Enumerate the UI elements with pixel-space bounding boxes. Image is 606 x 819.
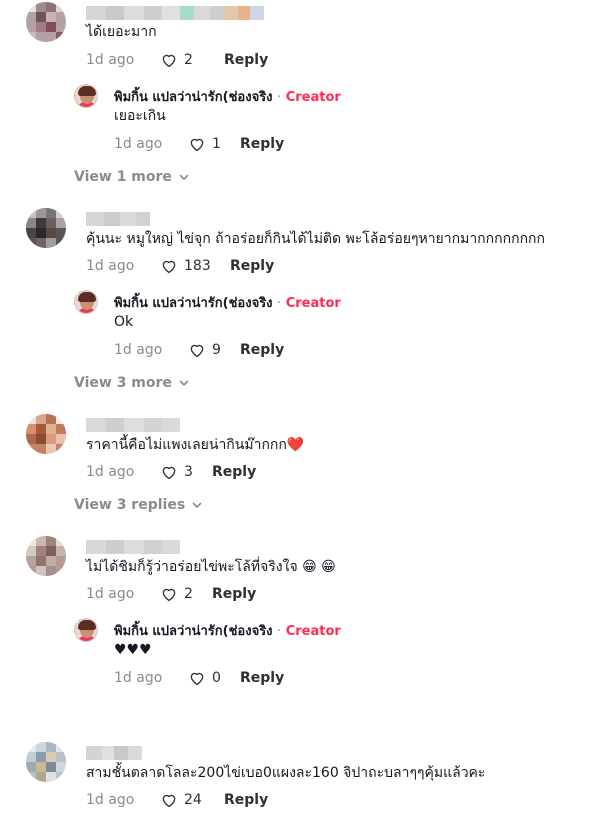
like-count: 2 [184,586,193,602]
heart-outline-icon[interactable] [160,257,178,275]
heart-outline-icon[interactable] [160,51,178,69]
author-name[interactable]: พิมกิ้น แปลว่าน่ารัก(ช่องจริง [114,624,273,639]
view-more-replies[interactable]: View 1 more [74,169,190,185]
reply-author: พิมกิ้น แปลว่าน่ารัก(ช่องจริง · Creator [114,292,341,313]
like-count: 1 [212,136,221,152]
separator: · [277,624,282,639]
reply-button[interactable]: Reply [212,464,256,480]
comment-date: 1d ago [86,52,135,68]
comment-actions: 1d ago 24 Reply [86,789,268,811]
reply-actions: 1d ago 0 Reply [114,667,284,689]
comment-text-body: ไม่ได้ชิมก็รู้ว่าอร่อยไข่พะโล้ที่จริงใจ [86,559,298,575]
comment-actions: 1d ago 2 Reply [86,583,256,605]
reply-button[interactable]: Reply [240,136,284,152]
comment-text: ราคานี้คือไม่แพงเลยน่ากินม๊ากกก❤️ [86,435,304,455]
reply-button[interactable]: Reply [230,258,274,274]
heart-outline-icon[interactable] [188,135,206,153]
avatar[interactable] [26,536,66,576]
like-count: 24 [184,792,202,808]
reply-button[interactable]: Reply [240,670,284,686]
comment-text: คุ้นนะ หมูใหญ่ ไข่จุก ถ้าอร่อยก็กินได้ไม… [86,231,545,247]
reply-actions: 1d ago 9 Reply [114,339,284,361]
username-blurred[interactable] [86,418,180,432]
reply-button[interactable]: Reply [240,342,284,358]
like-count: 0 [212,670,221,686]
chevron-down-icon [178,377,190,389]
view-more-label: View 1 more [74,169,172,185]
reply-text: เยอะเกิน [114,108,166,124]
like-count: 2 [184,52,193,68]
reply-text: Ok [114,314,134,330]
reply-actions: 1d ago 1 Reply [114,133,284,155]
avatar[interactable] [26,742,66,782]
avatar[interactable] [26,2,66,42]
reply-date: 1d ago [114,342,163,358]
heart-emoji: ❤️ [286,437,305,453]
comment-date: 1d ago [86,792,135,808]
creator-badge: Creator [285,90,341,105]
view-more-label: View 3 more [74,375,172,391]
reply-button[interactable]: Reply [224,52,268,68]
heart-outline-icon[interactable] [188,341,206,359]
comment-date: 1d ago [86,464,135,480]
username-blurred[interactable] [86,540,180,554]
creator-avatar[interactable] [74,290,98,314]
like-count: 3 [184,464,193,480]
comment-text: ได้เยอะมาก [86,24,157,40]
creator-avatar[interactable] [74,84,98,108]
reply-author: พิมกิ้น แปลว่าน่ารัก(ช่องจริง · Creator [114,86,341,107]
reply-date: 1d ago [114,136,163,152]
comment-actions: 1d ago 183 Reply [86,255,274,277]
username-blurred[interactable] [86,6,264,20]
reply-text: ♥♥♥ [114,642,152,658]
avatar[interactable] [26,414,66,454]
chevron-down-icon [178,171,190,183]
reply-button[interactable]: Reply [224,792,268,808]
chevron-down-icon [191,499,203,511]
heart-outline-icon[interactable] [160,791,178,809]
comment-text: สามชั้นตลาดโลละ200ไข่เบอ0แผงละ160 จิปาถะ… [86,765,486,781]
grin-emoji: 😁 😁 [302,559,336,575]
username-blurred[interactable] [86,746,142,760]
view-more-label: View 3 replies [74,497,186,513]
reply-date: 1d ago [114,670,163,686]
author-name[interactable]: พิมกิ้น แปลว่าน่ารัก(ช่องจริง [114,90,273,105]
like-count: 183 [184,258,211,274]
creator-badge: Creator [285,296,341,311]
reply-author: พิมกิ้น แปลว่าน่ารัก(ช่องจริง · Creator [114,620,341,641]
reply-button[interactable]: Reply [212,586,256,602]
comment-actions: 1d ago 2 Reply [86,49,268,71]
separator: · [277,296,282,311]
creator-avatar[interactable] [74,618,98,642]
comment-text: ไม่ได้ชิมก็รู้ว่าอร่อยไข่พะโล้ที่จริงใจ … [86,557,336,577]
heart-outline-icon[interactable] [188,669,206,687]
heart-outline-icon[interactable] [160,585,178,603]
heart-outline-icon[interactable] [160,463,178,481]
comment-date: 1d ago [86,258,135,274]
comment-actions: 1d ago 3 Reply [86,461,256,483]
author-name[interactable]: พิมกิ้น แปลว่าน่ารัก(ช่องจริง [114,296,273,311]
comment-date: 1d ago [86,586,135,602]
comment-text-body: ราคานี้คือไม่แพงเลยน่ากินม๊ากกก [86,437,287,453]
view-more-replies[interactable]: View 3 more [74,375,190,391]
avatar[interactable] [26,208,66,248]
separator: · [277,90,282,105]
like-count: 9 [212,342,221,358]
username-blurred[interactable] [86,212,150,226]
view-more-replies[interactable]: View 3 replies [74,497,203,513]
creator-badge: Creator [285,624,341,639]
